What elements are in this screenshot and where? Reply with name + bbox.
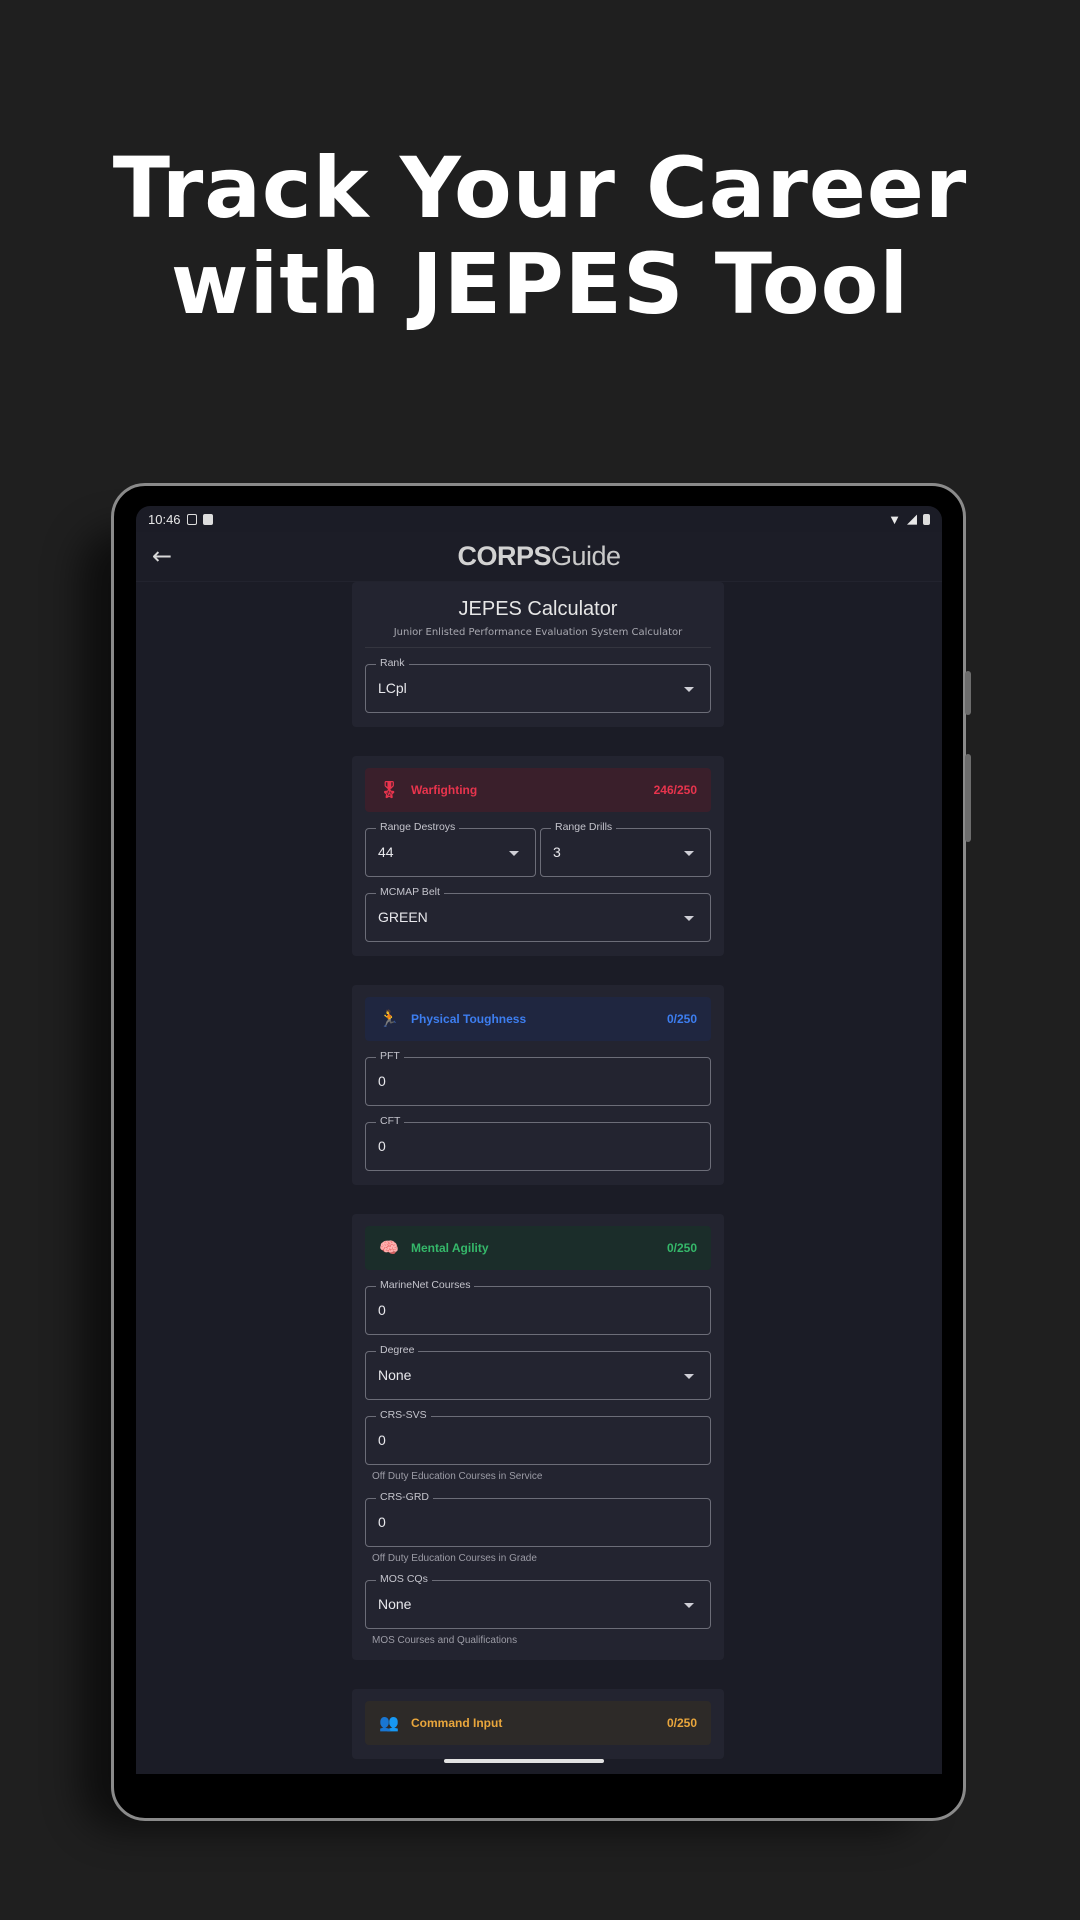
app-bar: ← CORPSGuide [136, 532, 942, 582]
command-input-score: 0/250 [666, 1716, 697, 1730]
status-time: 10:46 [148, 511, 181, 527]
degree-label: Degree [376, 1344, 419, 1356]
promo-headline: Track Your Career with JEPES Tool [0, 140, 1080, 332]
dropdown-caret-icon [684, 851, 694, 856]
range-drills-select[interactable]: Range Drills 3 [540, 821, 711, 877]
physical-toughness-title: Physical Toughness [411, 1012, 527, 1026]
mos-cqs-value: None [378, 1596, 412, 1612]
mcmap-belt-select[interactable]: MCMAP Belt GREEN [365, 886, 711, 942]
mental-agility-header: 🧠 Mental Agility 0/250 [365, 1226, 711, 1270]
mcmap-belt-label: MCMAP Belt [376, 886, 444, 898]
warfighting-header: 🎖 Warfighting 246/250 [365, 768, 711, 812]
warfighting-card: 🎖 Warfighting 246/250 Range Destroys 44 … [352, 756, 724, 956]
command-input-header: 👥 Command Input 0/250 [365, 1701, 711, 1745]
dropdown-caret-icon [684, 1374, 694, 1379]
physical-toughness-card: 🏃 Physical Toughness 0/250 PFT 0 CFT 0 [352, 985, 724, 1185]
crs-grd-value: 0 [378, 1514, 386, 1530]
cft-label: CFT [376, 1115, 405, 1127]
gesture-nav-bar[interactable] [444, 1759, 604, 1763]
command-input-title: Command Input [411, 1716, 503, 1730]
calculator-content: JEPES Calculator Junior Enlisted Perform… [352, 582, 724, 1774]
marinenet-courses-label: MarineNet Courses [376, 1279, 475, 1291]
range-destroys-label: Range Destroys [376, 821, 460, 833]
dropdown-caret-icon [684, 687, 694, 692]
pft-value: 0 [378, 1073, 386, 1089]
crs-svs-input[interactable]: CRS-SVS 0 [365, 1409, 711, 1465]
cft-value: 0 [378, 1138, 386, 1154]
sd-card-icon [202, 513, 213, 525]
headline-line-2: with JEPES Tool [170, 235, 910, 333]
tablet-frame: 10:46 ▼ ◢ ← CORPSGuide JEPES Calculator … [111, 483, 971, 1821]
signal-icon: ◢ [907, 511, 917, 526]
crs-grd-helper: Off Duty Education Courses in Grade [372, 1553, 537, 1564]
wifi-icon: ▼ [888, 511, 901, 527]
medal-icon: 🎖 [379, 782, 400, 799]
dropdown-caret-icon [509, 851, 519, 856]
brain-icon: 🧠 [379, 1240, 399, 1257]
physical-toughness-score: 0/250 [666, 1012, 697, 1026]
crs-svs-value: 0 [378, 1432, 386, 1448]
pft-label: PFT [376, 1050, 404, 1062]
pft-input[interactable]: PFT 0 [365, 1050, 711, 1106]
status-bar: 10:46 ▼ ◢ [136, 506, 942, 532]
range-drills-value: 3 [553, 844, 561, 860]
dropdown-caret-icon [684, 1603, 694, 1608]
rank-label: Rank [376, 657, 409, 669]
command-input-card: 👥 Command Input 0/250 [352, 1689, 724, 1759]
calculator-subtitle: Junior Enlisted Performance Evaluation S… [365, 627, 711, 648]
battery-icon [923, 513, 930, 525]
mental-agility-score: 0/250 [666, 1241, 697, 1255]
running-icon: 🏃 [379, 1011, 399, 1028]
corpsguide-logo: CORPSGuide [457, 541, 621, 572]
logo-regular-text: Guide [550, 541, 621, 571]
logo-bold-text: CORPS [457, 541, 551, 571]
mental-agility-card: 🧠 Mental Agility 0/250 MarineNet Courses… [352, 1214, 724, 1660]
warfighting-title: Warfighting [411, 783, 478, 797]
range-destroys-select[interactable]: Range Destroys 44 [365, 821, 536, 877]
app-screen: 10:46 ▼ ◢ ← CORPSGuide JEPES Calculator … [136, 506, 942, 1774]
rank-select[interactable]: Rank LCpl [365, 657, 711, 713]
mos-cqs-select[interactable]: MOS CQs None [365, 1573, 711, 1629]
degree-value: None [378, 1367, 412, 1383]
group-icon: 👥 [379, 1715, 399, 1732]
dropdown-caret-icon [684, 916, 694, 921]
cft-input[interactable]: CFT 0 [365, 1115, 711, 1171]
power-button [965, 754, 971, 842]
calculator-header-card: JEPES Calculator Junior Enlisted Perform… [352, 582, 724, 727]
mos-cqs-helper: MOS Courses and Qualifications [372, 1635, 518, 1646]
crs-svs-label: CRS-SVS [376, 1409, 431, 1421]
crs-grd-input[interactable]: CRS-GRD 0 [365, 1491, 711, 1547]
crs-grd-label: CRS-GRD [376, 1491, 433, 1503]
crs-svs-helper: Off Duty Education Courses in Service [372, 1471, 543, 1482]
marinenet-courses-input[interactable]: MarineNet Courses 0 [365, 1279, 711, 1335]
degree-select[interactable]: Degree None [365, 1344, 711, 1400]
mcmap-belt-value: GREEN [378, 909, 428, 925]
screenshot-icon [186, 513, 197, 525]
headline-line-1: Track Your Career [112, 139, 968, 237]
rank-value: LCpl [378, 680, 407, 696]
range-destroys-value: 44 [378, 844, 394, 860]
volume-button [965, 671, 971, 715]
calculator-title: JEPES Calculator [458, 598, 618, 620]
back-arrow-icon[interactable]: ← [152, 542, 172, 570]
range-drills-label: Range Drills [551, 821, 617, 833]
marinenet-courses-value: 0 [378, 1302, 386, 1318]
physical-toughness-header: 🏃 Physical Toughness 0/250 [365, 997, 711, 1041]
mos-cqs-label: MOS CQs [376, 1573, 432, 1585]
warfighting-score: 246/250 [653, 783, 697, 797]
mental-agility-title: Mental Agility [411, 1241, 489, 1255]
